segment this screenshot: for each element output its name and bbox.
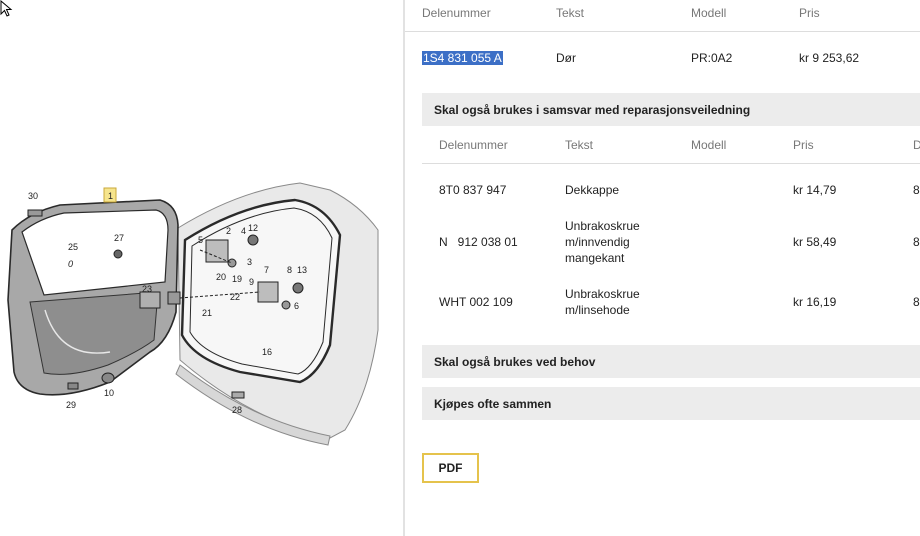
callout-label: 23 — [142, 284, 152, 294]
callout-label: 25 — [68, 242, 78, 252]
callout-label: 1 — [108, 191, 113, 201]
callout-label: 0 — [68, 259, 73, 269]
parts-info-pane: Delenummer Tekst Modell Pris 1S4 831 055… — [405, 0, 920, 536]
part-number-cell: 8T0 837 947 — [439, 183, 507, 197]
col-header-text: Tekst — [565, 138, 594, 152]
door-exploded-diagram: 30 1 25 0 27 5 2 4 12 3 20 19 7 8 13 9 2… — [7, 182, 379, 446]
callout-label: 8 — [287, 265, 292, 275]
col-header-part-number: Delenummer — [422, 6, 491, 20]
callout-label: 21 — [202, 308, 212, 318]
col-header-model: Modell — [691, 138, 727, 152]
extra-cell: 8 — [913, 235, 920, 249]
model-cell: PR:0A2 — [691, 51, 733, 65]
extra-cell: 8 — [913, 295, 920, 309]
text-cell: Unbrakoskrue m/innvendig mangekant — [565, 218, 640, 266]
table-row[interactable]: N 912 038 01 Unbrakoskrue m/innvendig ma… — [422, 218, 920, 268]
section-repair-guide[interactable]: Skal også brukes i samsvar med reparasjo… — [422, 93, 920, 126]
callout-label: 7 — [264, 265, 269, 275]
section-bought-together[interactable]: Kjøpes ofte sammen — [422, 387, 920, 420]
part-number-cell: WHT 002 109 — [439, 295, 513, 309]
callout-label: 27 — [114, 233, 124, 243]
callout-label: 5 — [198, 235, 203, 245]
parts-table-header: Delenummer Tekst Modell Pris — [405, 0, 920, 32]
text-cell: Dør — [556, 51, 576, 65]
callout-label: 30 — [28, 191, 38, 201]
callout-label: 9 — [249, 277, 254, 287]
text-line: m/linsehode — [565, 303, 630, 317]
callout-label: 29 — [66, 400, 76, 410]
part-number-cell[interactable]: 1S4 831 055 A — [422, 51, 503, 65]
table-row[interactable]: 8T0 837 947 Dekkappe kr 14,79 8 — [422, 183, 920, 203]
col-header-price: Pris — [793, 138, 814, 152]
callout-label: 20 — [216, 272, 226, 282]
text-cell: Dekkappe — [565, 183, 620, 197]
text-line: m/innvendig — [565, 235, 630, 249]
callout-label: 12 — [248, 223, 258, 233]
extra-cell: 8 — [913, 183, 920, 197]
callout-label: 28 — [232, 405, 242, 415]
text-line: Unbrakoskrue — [565, 287, 640, 301]
callout-label: 16 — [262, 347, 272, 357]
callout-label: 10 — [104, 388, 114, 398]
callout-label: 22 — [230, 292, 240, 302]
callout-label: 4 — [241, 226, 246, 236]
callout-label: 19 — [232, 274, 242, 284]
table-row[interactable]: WHT 002 109 Unbrakoskrue m/linsehode kr … — [422, 286, 920, 320]
col-header-model: Modell — [691, 6, 727, 20]
pdf-button[interactable]: PDF — [422, 453, 479, 483]
price-cell: kr 14,79 — [793, 183, 837, 197]
callout-label: 2 — [226, 226, 231, 236]
part-number-cell: N 912 038 01 — [439, 235, 518, 249]
callout-label: 3 — [247, 257, 252, 267]
text-line: mangekant — [565, 251, 625, 265]
price-cell: kr 58,49 — [793, 235, 837, 249]
col-header-price: Pris — [799, 6, 820, 20]
related-table-header: Delenummer Tekst Modell Pris D — [422, 127, 920, 164]
col-header-extra: D — [913, 138, 920, 152]
section-as-needed[interactable]: Skal også brukes ved behov — [422, 345, 920, 378]
col-header-part-number: Delenummer — [439, 138, 508, 152]
callout-label: 13 — [297, 265, 307, 275]
diagram-pane: 30 1 25 0 27 5 2 4 12 3 20 19 7 8 13 9 2… — [0, 0, 403, 536]
col-header-text: Tekst — [556, 6, 585, 20]
price-cell: kr 16,19 — [793, 295, 837, 309]
price-cell: kr 9 253,62 — [799, 51, 860, 65]
table-row[interactable]: 1S4 831 055 A Dør PR:0A2 kr 9 253,62 — [405, 32, 920, 84]
text-line: Unbrakoskrue — [565, 219, 640, 233]
callout-label: 6 — [294, 301, 299, 311]
text-cell: Unbrakoskrue m/linsehode — [565, 286, 640, 318]
